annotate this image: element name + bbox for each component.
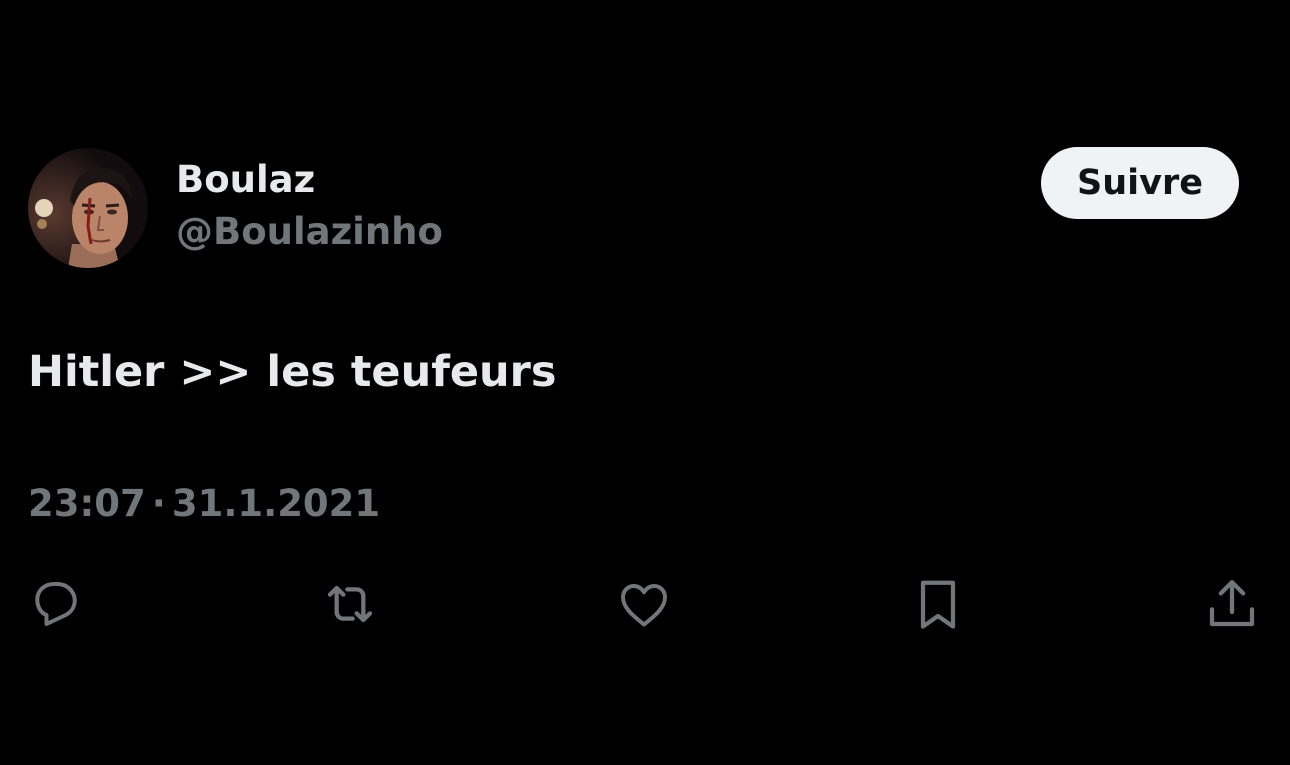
author-handle[interactable]: @Boulazinho [176, 208, 443, 256]
avatar[interactable] [28, 148, 148, 268]
heart-icon [621, 584, 667, 627]
tweet-date[interactable]: 31.1.2021 [172, 482, 380, 525]
avatar-image [28, 148, 148, 268]
share-button[interactable] [1200, 572, 1264, 636]
tweet-timestamp[interactable]: 23:07 · 31.1.2021 [28, 480, 380, 528]
reply-button[interactable] [24, 572, 88, 636]
follow-button[interactable]: Suivre [1041, 147, 1239, 219]
author-display-name[interactable]: Boulaz [176, 156, 315, 204]
bookmark-button[interactable] [906, 572, 970, 636]
timestamp-separator: · [151, 482, 166, 525]
tweet-time[interactable]: 23:07 [28, 482, 146, 525]
tweet-card: Boulaz @Boulazinho Suivre Hitler >> les … [0, 0, 1290, 765]
retweet-arrows-icon [327, 585, 373, 623]
retweet-button[interactable] [318, 572, 382, 636]
like-button[interactable] [612, 572, 676, 636]
tweet-text: Hitler >> les teufeurs [28, 347, 557, 397]
bookmark-icon [920, 580, 956, 629]
speech-bubble-icon [35, 582, 77, 626]
share-upload-icon [1209, 580, 1255, 627]
